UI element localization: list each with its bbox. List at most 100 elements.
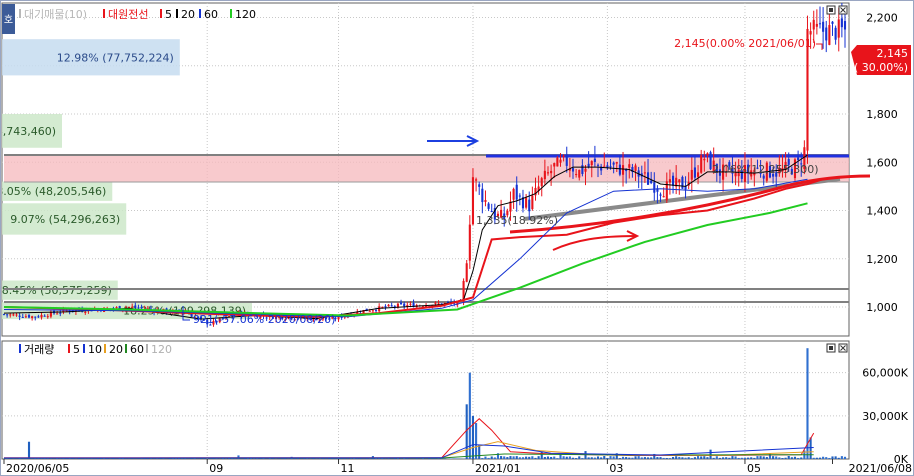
max-label: 2,145(0.00% 2021/06/01) [674, 37, 816, 50]
candle-body [562, 155, 565, 157]
volume-bar [590, 457, 593, 459]
ma60-swatch [199, 9, 201, 18]
candle-body [468, 224, 471, 261]
candle-body [809, 31, 812, 35]
legend-ma60[interactable]: 60 [204, 8, 218, 21]
legend-vol-ma60[interactable]: 60 [130, 343, 144, 356]
volume-bar [706, 457, 709, 459]
volume-bar [600, 457, 603, 459]
volume-profile-label: 9.07% (54,296,263) [10, 213, 120, 226]
legend-ma5[interactable]: 5 [165, 8, 172, 21]
volume-bar [678, 456, 681, 459]
candle-body [471, 177, 475, 225]
volume-bar [493, 457, 496, 459]
volume-bar [531, 456, 534, 459]
legend-volume-profile[interactable]: 대기매물(10) [24, 8, 87, 21]
candle-body [593, 158, 596, 162]
volume-bar [396, 458, 399, 459]
volume-bar [556, 458, 559, 459]
volume-bar [212, 458, 215, 459]
volume-bar [487, 457, 490, 459]
volume-bar [675, 456, 678, 459]
volume-bar [581, 458, 584, 459]
volume-bar [828, 457, 831, 459]
volume-bar [571, 457, 575, 459]
legend-vol-ma120[interactable]: 120 [151, 343, 172, 356]
candle-body [434, 302, 437, 304]
volume-bar [734, 456, 737, 459]
candle-body [9, 314, 12, 316]
candle-body [681, 176, 684, 189]
volume-bar [684, 457, 687, 459]
volume-profile-label: 8.45% (50,575,259) [2, 284, 112, 297]
candle-body [615, 162, 618, 164]
volume-bar [722, 457, 725, 459]
candle-body [762, 175, 765, 179]
legend-ma120[interactable]: 120 [235, 8, 256, 21]
volume-bar [725, 457, 728, 459]
candle-body [700, 155, 703, 173]
volume-bar [825, 457, 828, 459]
date-label: 11 [341, 462, 355, 475]
legend-stock-name[interactable]: 대원전선 [108, 8, 148, 21]
volume-bar [646, 457, 650, 459]
candle-body [465, 263, 468, 282]
volume-bar [715, 456, 718, 459]
date-label: 03 [609, 462, 623, 475]
volume-bar [403, 458, 406, 459]
volume-bar [822, 456, 825, 459]
volume-panel [1, 340, 850, 460]
candle-body [115, 307, 118, 309]
candle-body [481, 188, 484, 203]
volume-bar [797, 457, 800, 459]
volume-bar [712, 457, 715, 459]
stock-swatch [103, 9, 105, 18]
candle-body [528, 199, 531, 212]
volume-profile-label: 12.98% (77,752,224) [57, 51, 174, 64]
legend-volume[interactable]: 거래량 [24, 343, 54, 356]
volume-bar [631, 457, 634, 459]
volume-swatch [19, 344, 21, 353]
candle-body [822, 21, 825, 32]
volume-bar [834, 456, 837, 459]
candle-body [618, 164, 621, 175]
volume-bar [621, 456, 625, 459]
volume-bar [665, 457, 668, 459]
volume-bar [509, 456, 512, 459]
vol-ma20-swatch [104, 344, 106, 353]
candle-body [525, 197, 528, 208]
date-label: 2021/01 [475, 462, 521, 475]
vol-ma5-swatch [68, 344, 70, 353]
candle-body [12, 314, 15, 316]
candle-body [553, 163, 556, 167]
candle-body [834, 27, 837, 40]
volume-bar [521, 457, 525, 459]
volume-bar [443, 458, 446, 459]
volume-bar [550, 456, 553, 459]
volume-bar [593, 457, 596, 459]
legend-ma20[interactable]: 20 [181, 8, 195, 21]
volume-bar [800, 457, 803, 459]
vol-ma10-swatch [83, 344, 85, 353]
volume-bar [778, 457, 781, 459]
last-change: ( 30.00%) [854, 61, 908, 74]
volume-bar [775, 456, 778, 459]
candle-body [556, 157, 559, 167]
volume-bar [378, 458, 381, 459]
candle-body [840, 18, 843, 28]
legend-vol-ma5[interactable]: 5 [73, 343, 80, 356]
volume-bar [671, 457, 675, 459]
candle-body [368, 310, 371, 312]
candle-body [374, 310, 378, 312]
candle-body [550, 170, 553, 174]
candle-body [134, 305, 137, 308]
candle-body [399, 302, 403, 305]
legend-vol-ma20[interactable]: 20 [109, 343, 123, 356]
candle-body [56, 313, 59, 315]
min-label: 921(-57.06% 2020/08/20) [193, 313, 335, 326]
legend-vol-ma10[interactable]: 10 [88, 343, 102, 356]
candle-body [621, 165, 625, 175]
volume-bar [546, 456, 550, 459]
volume-bar [565, 456, 568, 459]
volume-bar [625, 457, 628, 459]
